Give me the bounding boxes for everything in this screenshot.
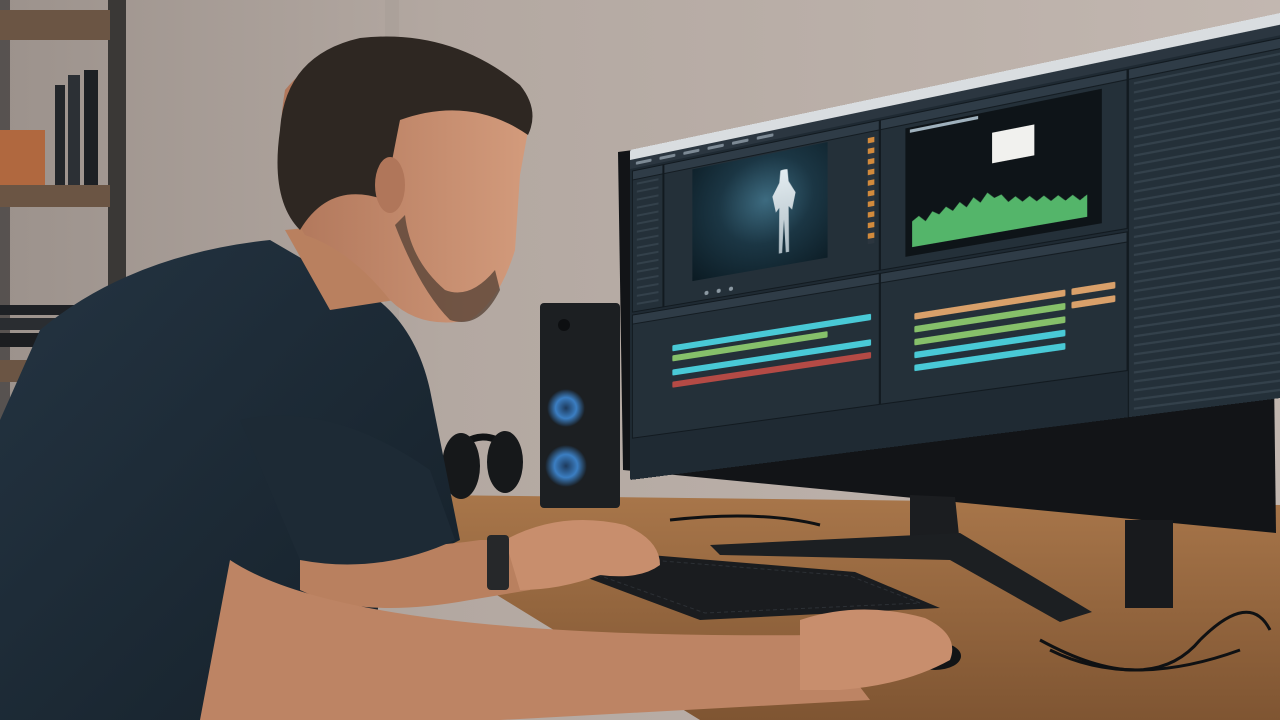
- menu-item[interactable]: [636, 159, 652, 165]
- inspector-panel[interactable]: [1128, 26, 1280, 420]
- wristwatch: [487, 535, 509, 590]
- figure-silhouette: [772, 167, 795, 255]
- media-browser-panel[interactable]: [632, 164, 663, 313]
- plant-pot: [0, 130, 45, 185]
- stop-icon[interactable]: [717, 288, 721, 293]
- speaker: [540, 303, 620, 508]
- marker-strip[interactable]: [868, 137, 875, 244]
- file-list[interactable]: [637, 178, 659, 307]
- property-list[interactable]: [1134, 43, 1280, 414]
- audio-clip[interactable]: [1071, 295, 1115, 308]
- transport-controls[interactable]: [704, 286, 733, 295]
- play-icon[interactable]: [704, 291, 708, 296]
- scope-waveform: [912, 165, 1087, 247]
- scope-card: [992, 124, 1034, 163]
- step-icon[interactable]: [729, 286, 733, 291]
- audio-clip[interactable]: [1071, 282, 1115, 296]
